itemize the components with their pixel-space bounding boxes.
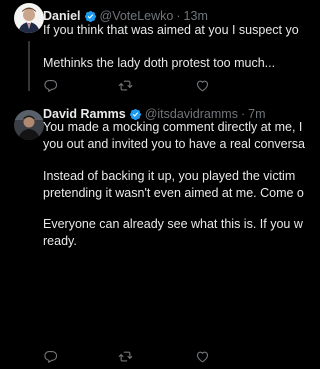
tweet-text-line: Instead of backing it up, you played the… [43, 169, 296, 183]
reply-icon [43, 78, 58, 98]
like-button[interactable] [195, 79, 210, 97]
verified-badge-icon [84, 10, 97, 23]
tweet-text-line: Methinks the lady doth protest too much.… [43, 56, 276, 70]
like-icon [195, 78, 210, 98]
tweet-text-line: pretending it wasn't even aimed at me. C… [43, 186, 304, 200]
tweet-text-line: Everyone can already see what this is. I… [43, 217, 303, 231]
retweet-button[interactable] [118, 79, 133, 97]
retweet-icon [118, 78, 133, 98]
separator-dot: · [176, 9, 181, 23]
display-name[interactable]: Daniel [43, 8, 81, 24]
reply-icon [43, 349, 58, 369]
reply-button[interactable] [43, 350, 58, 368]
tweet-text-line: If you think that was aimed at you I sus… [43, 23, 299, 37]
thread-connector-line [28, 41, 30, 91]
reply-button[interactable] [43, 79, 58, 97]
tweet-text-line: you out and invited you to have a real c… [43, 137, 305, 151]
tweet-text-line: You made a mocking comment directly at m… [43, 120, 303, 134]
like-icon [195, 349, 210, 369]
timestamp[interactable]: 13m [184, 8, 208, 24]
verified-badge-icon [129, 108, 142, 121]
retweet-button[interactable] [118, 350, 133, 368]
avatar[interactable] [14, 110, 44, 140]
retweet-icon [118, 349, 133, 369]
avatar[interactable] [14, 3, 44, 33]
handle[interactable]: @VoteLewko [100, 8, 174, 24]
tweet-text-line: ready. [43, 234, 77, 248]
tweet-header: Daniel @VoteLewko · 13m [43, 8, 208, 24]
like-button[interactable] [195, 350, 210, 368]
